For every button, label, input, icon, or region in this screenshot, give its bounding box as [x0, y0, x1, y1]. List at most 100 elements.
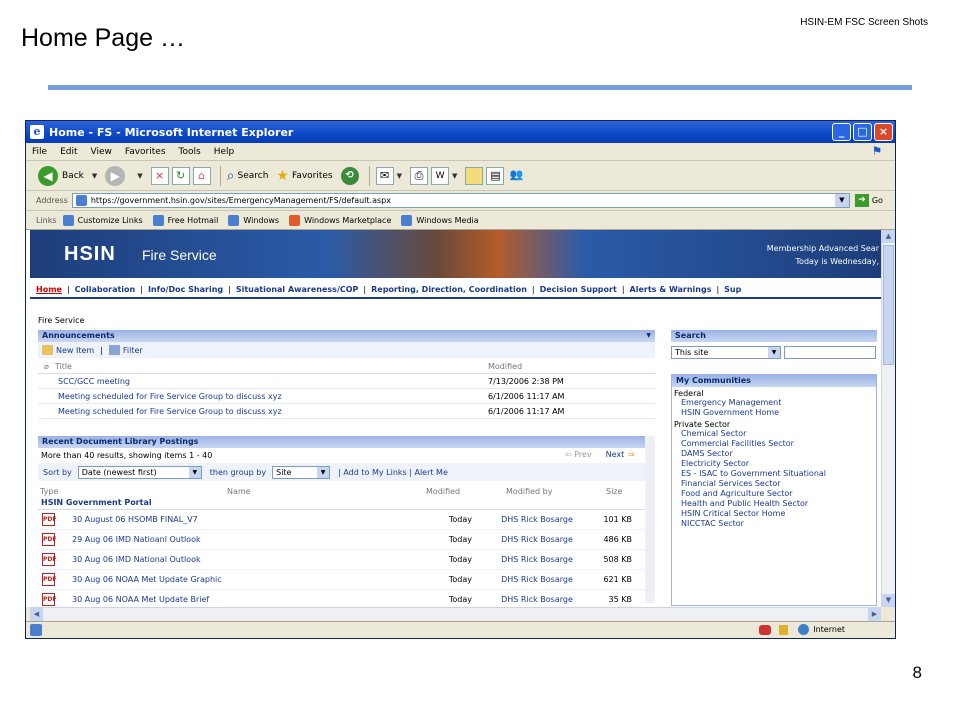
- menu-tools[interactable]: Tools: [179, 147, 201, 157]
- scroll-down-icon[interactable]: ▼: [882, 594, 895, 607]
- community-link[interactable]: DAMS Sector: [672, 449, 876, 459]
- community-link[interactable]: Food and Agriculture Sector: [672, 489, 876, 499]
- document-author[interactable]: DHS Rick Bosarge: [482, 575, 592, 584]
- forward-dropdown-icon[interactable]: ▼: [137, 172, 142, 180]
- community-link[interactable]: Chemical Sector: [672, 429, 876, 439]
- research-icon[interactable]: ▤: [486, 166, 505, 185]
- mail-dropdown-icon[interactable]: ▼: [397, 172, 402, 180]
- favorites-button[interactable]: ★ Favorites: [276, 168, 332, 184]
- nav-decision-support[interactable]: Decision Support: [540, 285, 617, 294]
- community-link[interactable]: Emergency Management: [672, 398, 876, 408]
- menu-help[interactable]: Help: [214, 147, 235, 157]
- messenger-icon[interactable]: 👥: [507, 167, 525, 185]
- col-type[interactable]: Type: [38, 487, 72, 496]
- horizontal-scrollbar[interactable]: ◀ ▶: [30, 607, 881, 621]
- community-link[interactable]: Electricity Sector: [672, 459, 876, 469]
- link-customize-links[interactable]: Customize Links: [62, 214, 143, 226]
- address-input[interactable]: https://government.hsin.gov/sites/Emerge…: [71, 193, 850, 208]
- document-link[interactable]: 30 Aug 06 NOAA Met Update Graphic: [72, 575, 412, 584]
- menu-file[interactable]: File: [32, 147, 47, 157]
- home-icon[interactable]: ⌂: [192, 166, 211, 185]
- discuss-icon[interactable]: [465, 166, 484, 185]
- document-link[interactable]: 30 August 06 HSOMB FINAL_V7: [72, 515, 412, 524]
- col-title[interactable]: ⌀ Title: [38, 362, 488, 371]
- go-button[interactable]: ➜ Go: [854, 194, 883, 207]
- nav-home[interactable]: Home: [36, 285, 62, 294]
- edit-word-icon[interactable]: W: [431, 166, 450, 185]
- document-author[interactable]: DHS Rick Bosarge: [482, 555, 592, 564]
- document-author[interactable]: DHS Rick Bosarge: [482, 595, 592, 604]
- nav-support[interactable]: Sup: [724, 285, 741, 294]
- close-button[interactable]: ×: [874, 123, 893, 141]
- search-input[interactable]: [784, 345, 876, 359]
- col-name[interactable]: Name: [72, 487, 426, 496]
- link-windows[interactable]: Windows: [228, 214, 279, 226]
- nav-reporting[interactable]: Reporting, Direction, Coordination: [371, 285, 527, 294]
- community-link[interactable]: Commercial Facilities Sector: [672, 439, 876, 449]
- col-size[interactable]: Size: [606, 487, 622, 496]
- group-header[interactable]: HSIN Government Portal: [38, 498, 655, 510]
- group-select[interactable]: Site ▼: [272, 465, 331, 479]
- document-link[interactable]: 30 Aug 06 NOAA Met Update Brief: [72, 595, 412, 604]
- announcement-link[interactable]: Meeting scheduled for Fire Service Group…: [38, 392, 488, 401]
- menu-view[interactable]: View: [91, 147, 112, 157]
- scroll-up-icon[interactable]: ▲: [882, 230, 895, 243]
- community-link[interactable]: Health and Public Health Sector: [672, 499, 876, 509]
- scroll-right-icon[interactable]: ▶: [868, 608, 881, 621]
- new-item-button[interactable]: New Item: [56, 346, 94, 355]
- next-arrow-icon[interactable]: ⇨: [628, 450, 635, 459]
- scroll-left-icon[interactable]: ◀: [30, 608, 43, 621]
- history-icon[interactable]: ⟲: [340, 166, 359, 185]
- print-icon[interactable]: ⎙: [410, 166, 429, 185]
- document-author[interactable]: DHS Rick Bosarge: [482, 515, 592, 524]
- documents-scrollbar[interactable]: [645, 436, 655, 603]
- prev-button[interactable]: ⇦ Prev: [565, 450, 592, 459]
- minimize-button[interactable]: _: [832, 123, 851, 141]
- search-button[interactable]: ⌕ Search: [227, 168, 269, 184]
- membership-links[interactable]: Membership Advanced Sear: [767, 244, 879, 253]
- link-free-hotmail[interactable]: Free Hotmail: [152, 214, 218, 226]
- vertical-scrollbar[interactable]: ▲ ▼: [881, 230, 895, 607]
- sort-select[interactable]: Date (newest first) ▼: [77, 465, 202, 479]
- scroll-thumb[interactable]: [883, 245, 894, 365]
- community-link[interactable]: HSIN Government Home: [672, 408, 876, 418]
- community-link[interactable]: ES - ISAC to Government Situational: [672, 469, 876, 479]
- document-link[interactable]: 29 Aug 06 IMD Natioanl Outlook: [72, 535, 412, 544]
- back-button[interactable]: ◀ Back: [38, 165, 84, 186]
- col-modified[interactable]: Modified: [426, 487, 506, 496]
- nav-situational-awareness[interactable]: Situational Awareness/COP: [236, 285, 359, 294]
- nav-info-doc-sharing[interactable]: Info/Doc Sharing: [148, 285, 223, 294]
- address-dropdown-icon[interactable]: ▼: [834, 194, 849, 207]
- community-link[interactable]: Financial Services Sector: [672, 479, 876, 489]
- nav-alerts-warnings[interactable]: Alerts & Warnings: [630, 285, 712, 294]
- mail-icon[interactable]: ✉: [375, 166, 394, 185]
- community-link[interactable]: HSIN Critical Sector Home: [672, 509, 876, 519]
- nav-collaboration[interactable]: Collaboration: [75, 285, 136, 294]
- document-author[interactable]: DHS Rick Bosarge: [482, 535, 592, 544]
- document-link[interactable]: 30 Aug 06 IMD National Outlook: [72, 555, 412, 564]
- announcement-link[interactable]: SCC/GCC meeting: [38, 377, 488, 386]
- link-windows-media[interactable]: Windows Media: [401, 214, 479, 226]
- search-scope-select[interactable]: This site ▼: [671, 345, 781, 359]
- col-modified[interactable]: Modified: [488, 362, 522, 371]
- edit-dropdown-icon[interactable]: ▼: [452, 172, 457, 180]
- menu-edit[interactable]: Edit: [60, 147, 77, 157]
- community-link[interactable]: NICCTAC Sector: [672, 519, 876, 529]
- popup-blocked-icon[interactable]: [759, 624, 772, 635]
- doc-actions[interactable]: | Add to My Links | Alert Me: [338, 468, 448, 477]
- link-label: Windows Marketplace: [304, 215, 392, 225]
- panel-menu-icon[interactable]: ▼: [646, 330, 651, 342]
- filter-button[interactable]: Filter: [123, 346, 143, 355]
- maximize-button[interactable]: □: [853, 123, 872, 141]
- stop-icon[interactable]: ×: [150, 166, 169, 185]
- next-button[interactable]: Next: [606, 450, 625, 459]
- window-titlebar[interactable]: e Home - FS - Microsoft Internet Explore…: [26, 121, 895, 143]
- refresh-icon[interactable]: ↻: [171, 166, 190, 185]
- col-modified-by[interactable]: Modified by: [506, 487, 606, 496]
- back-dropdown-icon[interactable]: ▼: [92, 172, 97, 180]
- forward-button[interactable]: ▶: [105, 165, 129, 186]
- link-windows-marketplace[interactable]: Windows Marketplace: [289, 214, 392, 226]
- announcement-link[interactable]: Meeting scheduled for Fire Service Group…: [38, 407, 488, 416]
- menu-favorites[interactable]: Favorites: [125, 147, 166, 157]
- lock-icon[interactable]: [779, 624, 789, 635]
